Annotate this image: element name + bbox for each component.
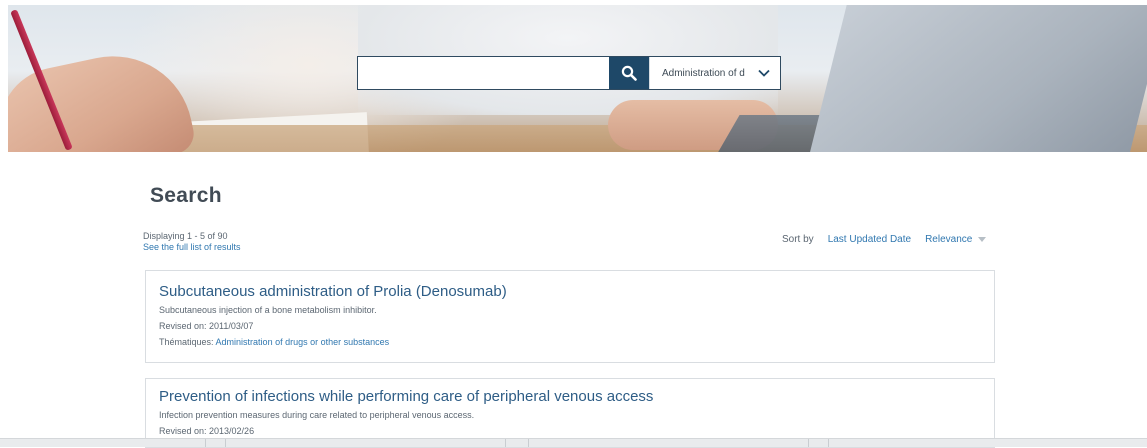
scope-dropdown[interactable]: Administration of d — [649, 57, 780, 89]
hero-laptop — [806, 5, 1147, 152]
sort-option-last-updated[interactable]: Last Updated Date — [828, 234, 911, 245]
sort-option-relevance-label: Relevance — [925, 234, 973, 245]
search-button[interactable] — [609, 57, 649, 89]
result-revised-date: Revised on: 2013/02/26 — [159, 426, 255, 436]
full-list-link[interactable]: See the full list of results — [143, 242, 241, 252]
sort-label: Sort by — [782, 234, 814, 245]
result-themes: Thématiques: Administration of drugs or … — [159, 336, 994, 348]
caret-down-icon — [978, 237, 987, 242]
result-revised-date: Revised on: 2011/03/07 — [159, 321, 254, 331]
search-input[interactable] — [358, 57, 610, 89]
result-title[interactable]: Subcutaneous administration of Prolia (D… — [159, 283, 994, 301]
result-title[interactable]: Prevention of infections while performin… — [159, 388, 994, 406]
result-theme-link[interactable]: Administration of drugs or other substan… — [216, 337, 390, 347]
search-icon — [621, 65, 637, 81]
sort-option-relevance[interactable]: Relevance — [925, 234, 987, 245]
search-bar: Administration of d — [357, 56, 781, 90]
result-description: Subcutaneous injection of a bone metabol… — [159, 305, 377, 315]
result-themes-label: Thématiques: — [159, 337, 214, 347]
result-card: Subcutaneous administration of Prolia (D… — [145, 270, 995, 363]
page-title: Search — [150, 184, 222, 207]
result-description: Infection prevention measures during car… — [159, 410, 475, 420]
scope-dropdown-value: Administration of d — [662, 67, 745, 79]
chevron-down-icon — [758, 69, 770, 77]
results-count: Displaying 1 - 5 of 90 — [143, 231, 228, 241]
sort-controls: Sort by Last Updated Date Relevance — [782, 234, 1002, 245]
